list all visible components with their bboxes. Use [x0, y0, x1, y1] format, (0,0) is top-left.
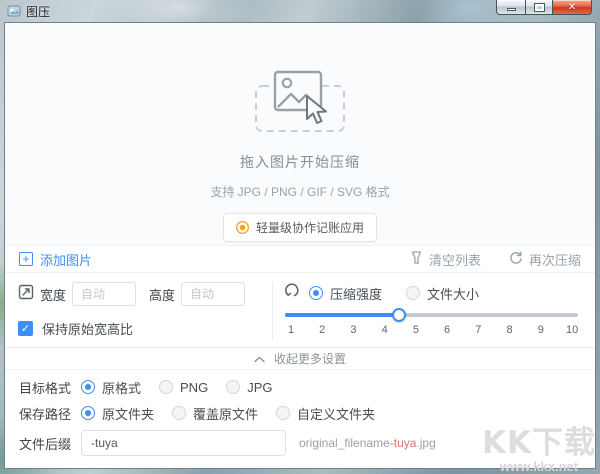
clear-list-icon	[410, 251, 423, 268]
format-option-png[interactable]: PNG	[159, 380, 208, 395]
title-bar[interactable]: 图压 ✕	[0, 0, 600, 22]
maximize-icon	[535, 4, 544, 11]
dropzone-title: 拖入图片开始压缩	[240, 152, 360, 172]
radio-icon	[226, 380, 240, 394]
path-option-overwrite[interactable]: 覆盖原文件	[172, 404, 258, 423]
toolbar-actions: 清空列表 再次压缩	[410, 250, 581, 269]
keep-ratio-checkbox[interactable]: ✓	[18, 321, 33, 336]
slider-tick: 1	[285, 324, 297, 336]
radio-icon	[81, 380, 95, 394]
format-label: 目标格式	[19, 378, 81, 397]
resize-icon	[18, 284, 34, 305]
collapse-label: 收起更多设置	[274, 350, 346, 367]
clear-list-label: 清空列表	[429, 250, 481, 269]
add-images-label: 添加图片	[40, 250, 92, 269]
radio-icon	[309, 286, 323, 300]
suffix-label: 文件后缀	[19, 434, 81, 453]
dimension-row: 宽度 高度	[18, 282, 260, 306]
slider-tick: 3	[347, 324, 359, 336]
compression-mode-row: 压缩强度 文件大小	[285, 283, 582, 303]
suffix-input[interactable]	[81, 430, 286, 456]
filename-preview: original_filename-tuya.jpg	[299, 436, 436, 450]
slider-tick: 5	[410, 324, 422, 336]
add-images-button[interactable]: + 添加图片	[19, 250, 92, 269]
slider-track[interactable]	[285, 313, 578, 317]
settings-panel: 宽度 高度 ✓ 保持原始宽高比 压缩	[5, 273, 595, 347]
path-option-original-folder[interactable]: 原文件夹	[81, 404, 154, 423]
maximize-button[interactable]	[526, 0, 552, 15]
format-options: 原格式 PNG JPG	[81, 378, 272, 397]
height-input[interactable]	[181, 282, 245, 306]
more-settings: 目标格式 原格式 PNG JPG 保	[5, 369, 595, 468]
strength-slider[interactable]: 1 2 3 4 5 6 7 8 9 10	[285, 313, 582, 336]
window-controls: ✕	[496, 0, 592, 15]
app-icon	[7, 4, 21, 18]
app-window: 图压 ✕ 拖入图片开始压缩 支持 JPG / PNG / GIF / SVG 格…	[0, 0, 600, 474]
app-content: 拖入图片开始压缩 支持 JPG / PNG / GIF / SVG 格式 轻量级…	[4, 22, 596, 469]
promo-button[interactable]: 轻量级协作记账应用	[223, 213, 377, 242]
vertical-divider	[272, 282, 273, 340]
slider-fill	[285, 313, 399, 317]
keep-ratio-row[interactable]: ✓ 保持原始宽高比	[18, 319, 260, 338]
slider-tick: 10	[566, 324, 578, 336]
width-input[interactable]	[72, 282, 136, 306]
width-label: 宽度	[40, 285, 66, 304]
format-option-original[interactable]: 原格式	[81, 378, 141, 397]
dimension-settings: 宽度 高度 ✓ 保持原始宽高比	[18, 282, 260, 340]
slider-ticks: 1 2 3 4 5 6 7 8 9 10	[285, 324, 578, 336]
coin-icon	[236, 221, 249, 234]
format-option-jpg[interactable]: JPG	[226, 380, 272, 395]
slider-handle[interactable]	[392, 308, 406, 322]
mode-option-filesize[interactable]: 文件大小	[406, 284, 479, 303]
height-label: 高度	[149, 285, 175, 304]
dropzone[interactable]: 拖入图片开始压缩 支持 JPG / PNG / GIF / SVG 格式 轻量级…	[5, 23, 595, 245]
close-icon: ✕	[568, 2, 576, 13]
minimize-button[interactable]	[496, 0, 526, 15]
radio-icon	[81, 406, 95, 420]
promo-label: 轻量级协作记账应用	[256, 219, 364, 236]
slider-tick: 6	[441, 324, 453, 336]
recompress-button[interactable]: 再次压缩	[509, 250, 581, 269]
slider-tick: 2	[316, 324, 328, 336]
file-suffix-row: 文件后缀 original_filename-tuya.jpg	[19, 430, 581, 456]
compression-settings: 压缩强度 文件大小 1 2 3 4	[285, 282, 582, 340]
close-button[interactable]: ✕	[552, 0, 592, 15]
save-path-row: 保存路径 原文件夹 覆盖原文件 自定义文件夹	[19, 404, 581, 423]
minimize-icon	[507, 8, 516, 11]
slider-tick: 8	[504, 324, 516, 336]
dropzone-formats: 支持 JPG / PNG / GIF / SVG 格式	[210, 183, 389, 200]
clear-list-button[interactable]: 清空列表	[410, 250, 481, 269]
recompress-label: 再次压缩	[529, 250, 581, 269]
slider-tick: 7	[472, 324, 484, 336]
dropzone-image-icon	[248, 69, 352, 140]
target-format-row: 目标格式 原格式 PNG JPG	[19, 378, 581, 397]
path-option-custom-folder[interactable]: 自定义文件夹	[276, 404, 375, 423]
path-options: 原文件夹 覆盖原文件 自定义文件夹	[81, 404, 375, 423]
plus-square-icon: +	[19, 252, 33, 266]
slider-tick: 4	[379, 324, 391, 336]
collapse-settings-button[interactable]: 收起更多设置	[5, 347, 595, 369]
dial-icon	[285, 283, 301, 303]
mode-option-strength[interactable]: 压缩强度	[309, 284, 382, 303]
radio-icon	[159, 380, 173, 394]
refresh-icon	[509, 251, 523, 268]
keep-ratio-label: 保持原始宽高比	[42, 319, 133, 338]
radio-icon	[172, 406, 186, 420]
window-title: 图压	[26, 3, 50, 20]
slider-tick: 9	[535, 324, 547, 336]
chevron-up-icon	[254, 352, 265, 366]
radio-icon	[406, 286, 420, 300]
radio-icon	[276, 406, 290, 420]
list-toolbar: + 添加图片 清空列表 再次压缩	[5, 245, 595, 273]
path-label: 保存路径	[19, 404, 81, 423]
